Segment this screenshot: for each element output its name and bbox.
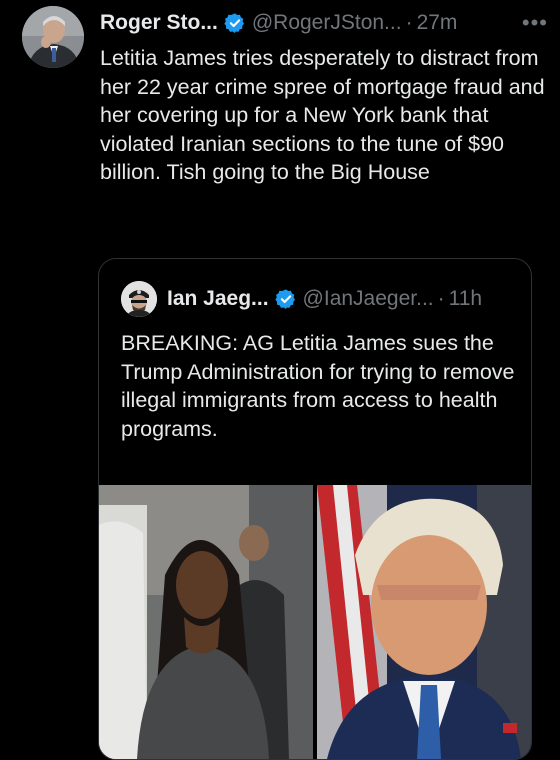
tweet[interactable]: Roger Sto... @RogerJSton... · 27m ••• Le… (0, 0, 560, 760)
quoted-tweet[interactable]: Ian Jaeg... @IanJaeger... · 11h BREAKING… (98, 258, 532, 760)
media-image-left[interactable] (99, 485, 313, 759)
quoted-author-handle[interactable]: @IanJaeger... (303, 287, 434, 311)
separator-dot: · (405, 11, 413, 34)
separator-dot: · (437, 287, 445, 310)
quoted-author-name[interactable]: Ian Jaeg... (167, 287, 269, 311)
quoted-post-timestamp[interactable]: 11h (449, 287, 482, 311)
quoted-tweet-header: Ian Jaeg... @IanJaeger... · 11h (121, 281, 519, 317)
author-name[interactable]: Roger Sto... (100, 11, 218, 35)
verified-badge-icon (224, 13, 244, 34)
tweet-header: Roger Sto... @RogerJSton... · 27m ••• (100, 8, 552, 38)
quoted-tweet-media (99, 485, 531, 759)
author-avatar[interactable] (22, 6, 84, 68)
tweet-text: Letitia James tries desperately to distr… (100, 46, 545, 185)
quoted-tweet-text: BREAKING: AG Letitia James sues the Trum… (121, 331, 515, 441)
quoted-author-avatar[interactable] (121, 281, 157, 317)
more-options-icon[interactable]: ••• (522, 10, 552, 36)
post-timestamp[interactable]: 27m (417, 11, 458, 35)
verified-badge-icon (274, 289, 295, 310)
author-handle[interactable]: @RogerJSton... (252, 11, 402, 35)
media-image-right[interactable] (317, 485, 531, 759)
